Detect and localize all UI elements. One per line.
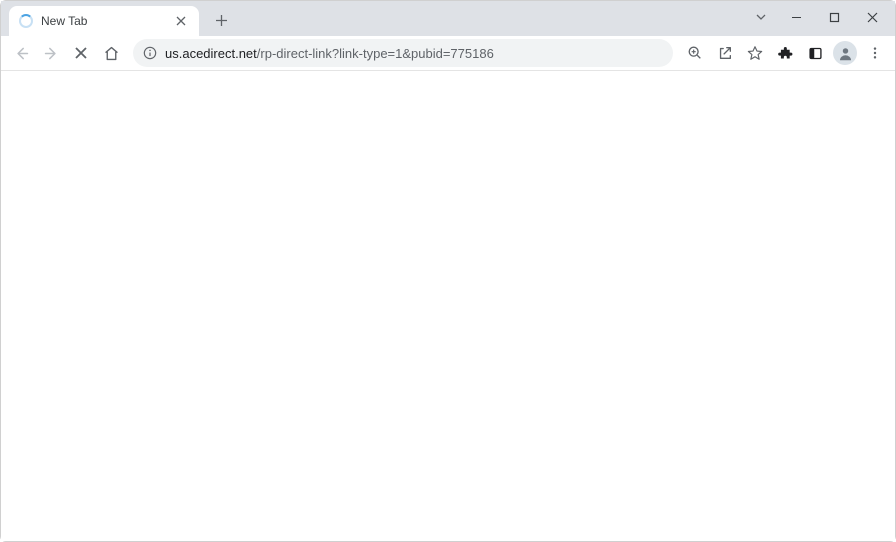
window-controls — [745, 3, 891, 31]
loading-spinner-icon — [19, 14, 33, 28]
new-tab-button[interactable] — [207, 6, 235, 34]
url-domain: us.acedirect.net — [165, 46, 257, 61]
site-info-icon[interactable] — [143, 46, 157, 60]
tab-close-button[interactable] — [173, 13, 189, 29]
profile-button[interactable] — [833, 41, 857, 65]
menu-button[interactable] — [861, 39, 889, 67]
toolbar-actions — [681, 39, 889, 67]
bookmark-button[interactable] — [741, 39, 769, 67]
address-bar[interactable]: us.acedirect.net/rp-direct-link?link-typ… — [133, 39, 673, 67]
tabstrip: New Tab — [1, 1, 235, 36]
forward-button[interactable] — [37, 39, 65, 67]
page-content — [1, 71, 895, 541]
minimize-button[interactable] — [777, 3, 815, 31]
extensions-button[interactable] — [771, 39, 799, 67]
search-tabs-button[interactable] — [745, 3, 777, 31]
back-button[interactable] — [7, 39, 35, 67]
tab-title: New Tab — [41, 14, 165, 28]
url-path: /rp-direct-link?link-type=1&pubid=775186 — [257, 46, 494, 61]
titlebar: New Tab — [1, 1, 895, 36]
window-close-button[interactable] — [853, 3, 891, 31]
browser-tab[interactable]: New Tab — [9, 6, 199, 36]
url-text: us.acedirect.net/rp-direct-link?link-typ… — [165, 46, 663, 61]
stop-loading-button[interactable] — [67, 39, 95, 67]
zoom-button[interactable] — [681, 39, 709, 67]
share-button[interactable] — [711, 39, 739, 67]
toolbar: us.acedirect.net/rp-direct-link?link-typ… — [1, 36, 895, 71]
side-panel-button[interactable] — [801, 39, 829, 67]
home-button[interactable] — [97, 39, 125, 67]
maximize-button[interactable] — [815, 3, 853, 31]
